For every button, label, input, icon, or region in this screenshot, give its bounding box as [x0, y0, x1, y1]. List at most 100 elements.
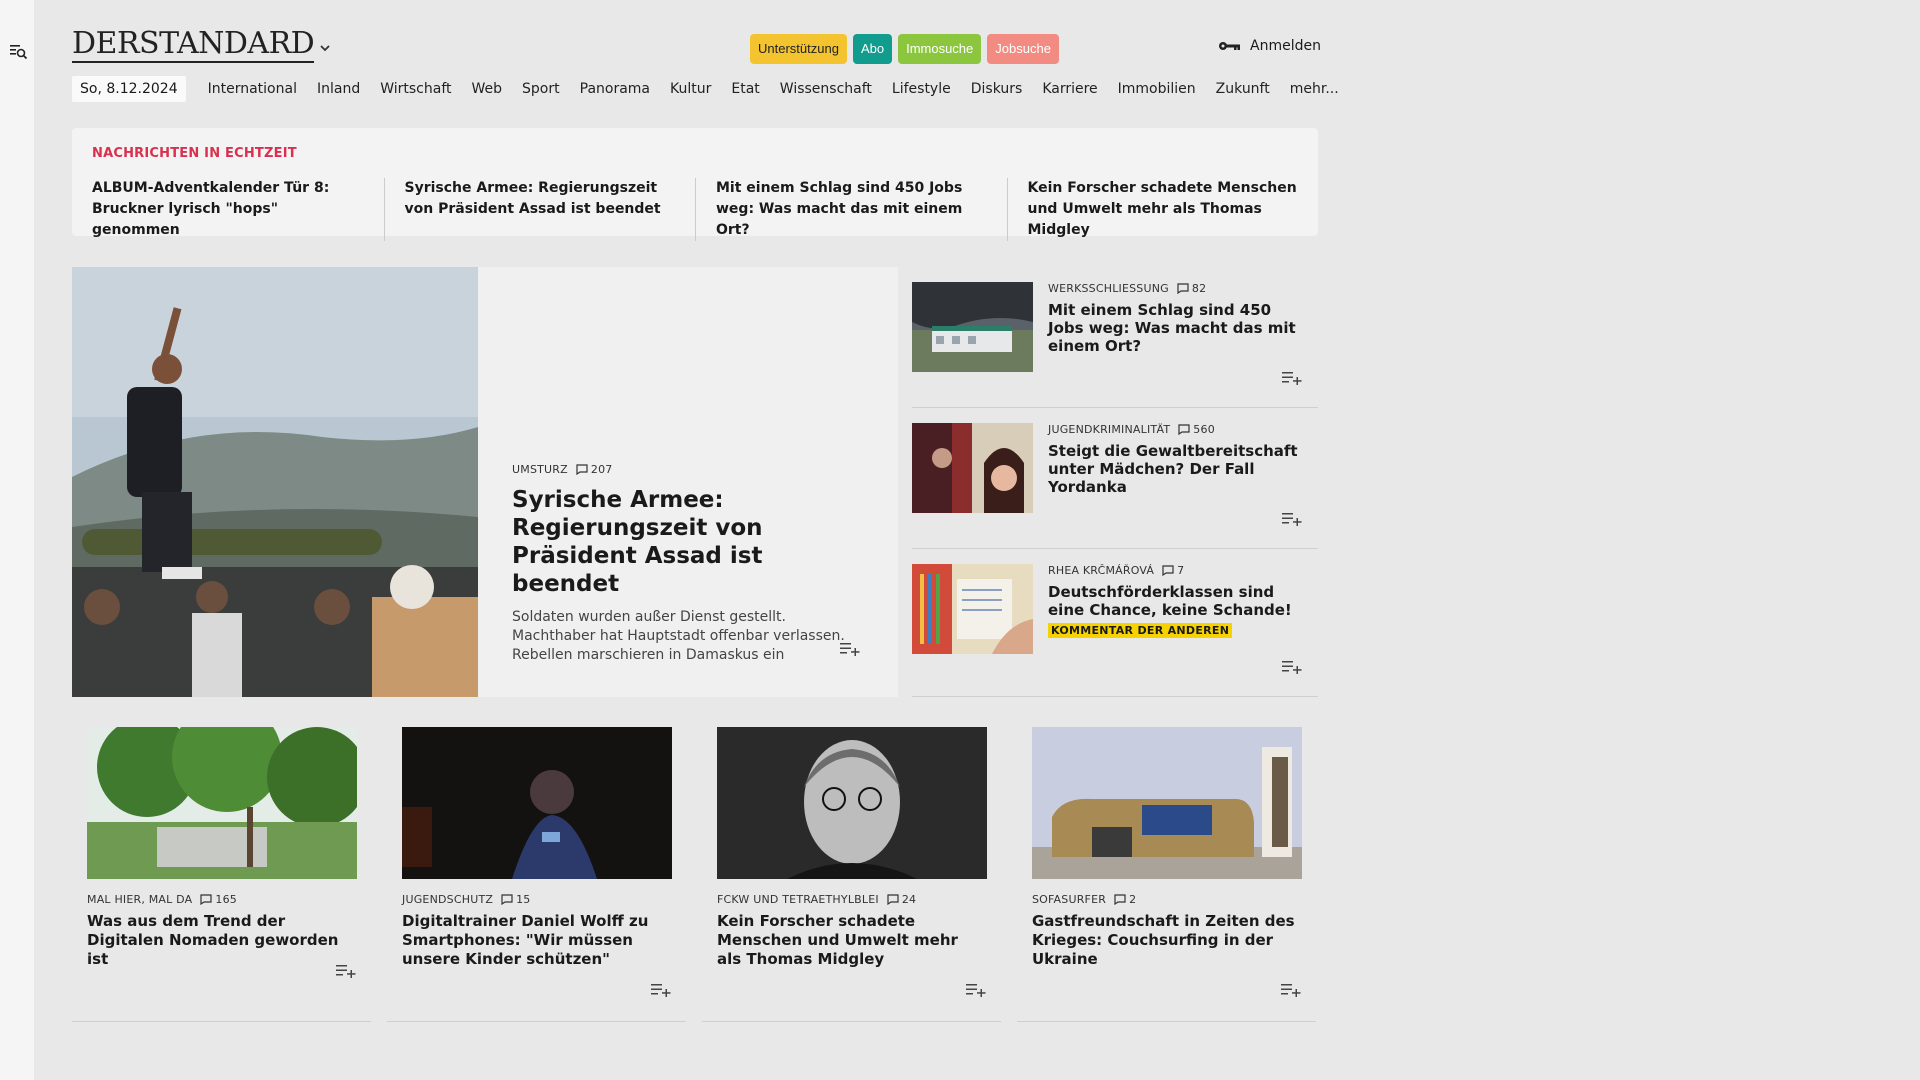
article-image[interactable] [717, 727, 987, 879]
comment-icon [887, 894, 899, 905]
nav-wissenschaft[interactable]: Wissenschaft [770, 81, 882, 97]
main-nav: So, 8.12.2024 International Inland Wirts… [72, 76, 1349, 102]
nav-inland[interactable]: Inland [307, 81, 370, 97]
article-title[interactable]: Steigt die Gewaltbereitschaft unter Mädc… [1048, 442, 1308, 496]
comment-count-value: 15 [516, 893, 531, 906]
comment-count-value: 7 [1177, 564, 1185, 577]
breaking-news-label: NACHRICHTEN IN ECHTZEIT [92, 146, 297, 161]
search-menu-icon[interactable] [10, 44, 28, 60]
abo-button[interactable]: Abo [852, 34, 893, 64]
comment-count-value: 560 [1193, 423, 1215, 436]
side-articles: WERKSSCHLIESSUNG 82 Mit einem Schlag sin… [912, 267, 1318, 697]
add-to-list-icon[interactable] [336, 964, 356, 978]
side-article[interactable]: JUGENDKRIMINALITÄT 560 Steigt die Gewalt… [912, 408, 1318, 549]
article-card[interactable]: MAL HIER, MAL DA 165 Was aus dem Trend d… [72, 727, 371, 1022]
article-kicker: SOFASURFER [1032, 893, 1107, 906]
current-date: So, 8.12.2024 [72, 76, 186, 102]
article-image[interactable] [912, 564, 1033, 654]
nav-more[interactable]: mehr... [1280, 81, 1349, 97]
article-image[interactable] [87, 727, 357, 879]
comment-count-value: 207 [590, 463, 613, 476]
article-kicker: RHEA KRČMÁŘOVÁ [1048, 564, 1155, 577]
breaking-news-item[interactable]: Kein Forscher schadete Menschen und Umwe… [1006, 178, 1319, 241]
jobsuche-button[interactable]: Jobsuche [987, 34, 1059, 64]
comment-icon [576, 464, 588, 475]
hero-title[interactable]: Syrische Armee: Regierungszeit von Präsi… [512, 486, 872, 598]
comment-count[interactable]: 207 [576, 463, 613, 476]
comment-icon [200, 894, 212, 905]
add-to-list-icon[interactable] [1282, 512, 1302, 526]
comment-icon [1178, 424, 1190, 435]
article-card[interactable]: SOFASURFER 2 Gastfreundschaft in Zeiten … [1017, 727, 1316, 1022]
article-image[interactable] [912, 282, 1033, 372]
nav-lifestyle[interactable]: Lifestyle [882, 81, 961, 97]
comment-count[interactable]: 15 [501, 893, 530, 906]
comment-count[interactable]: 2 [1114, 893, 1136, 906]
hero-kicker: UMSTURZ [512, 463, 568, 476]
comment-count[interactable]: 7 [1162, 564, 1184, 577]
nav-zukunft[interactable]: Zukunft [1206, 81, 1280, 97]
article-image[interactable] [1032, 727, 1302, 879]
comment-icon [1177, 283, 1189, 294]
article-title[interactable]: Was aus dem Trend der Digitalen Nomaden … [87, 912, 357, 969]
breaking-news-item[interactable]: Syrische Armee: Regierungszeit von Präsi… [383, 178, 696, 241]
hero-article[interactable]: UMSTURZ 207 Syrische Armee: Regierungsze… [72, 267, 898, 697]
add-to-list-icon[interactable] [651, 983, 671, 997]
hero-teaser: Soldaten wurden außer Dienst gestellt. M… [512, 609, 845, 663]
left-rail [0, 0, 34, 1080]
login-button[interactable]: Anmelden [1218, 38, 1321, 54]
nav-international[interactable]: International [198, 81, 307, 97]
comment-icon [1162, 565, 1174, 576]
nav-panorama[interactable]: Panorama [570, 81, 660, 97]
article-title[interactable]: Kein Forscher schadete Menschen und Umwe… [717, 912, 987, 969]
nav-kultur[interactable]: Kultur [660, 81, 721, 97]
nav-diskurs[interactable]: Diskurs [961, 81, 1033, 97]
side-article[interactable]: WERKSSCHLIESSUNG 82 Mit einem Schlag sin… [912, 267, 1318, 408]
comment-count-value: 165 [215, 893, 237, 906]
article-title[interactable]: Gastfreundschaft in Zeiten des Krieges: … [1032, 912, 1302, 969]
side-article[interactable]: RHEA KRČMÁŘOVÁ 7 Deutschförderklassen si… [912, 549, 1318, 697]
article-title[interactable]: Deutschförderklassen sind eine Chance, k… [1048, 583, 1308, 619]
add-to-list-icon[interactable] [1282, 660, 1302, 674]
add-to-list-icon[interactable] [966, 983, 986, 997]
comment-count[interactable]: 24 [887, 893, 916, 906]
add-to-list-icon[interactable] [1281, 983, 1301, 997]
comment-count-value: 2 [1129, 893, 1137, 906]
breaking-news-item[interactable]: ALBUM-Adventkalender Tür 8: Bruckner lyr… [72, 178, 384, 241]
nav-web[interactable]: Web [462, 81, 513, 97]
article-kicker: JUGENDSCHUTZ [402, 893, 494, 906]
nav-karriere[interactable]: Karriere [1032, 81, 1107, 97]
comment-count[interactable]: 82 [1177, 282, 1206, 295]
nav-wirtschaft[interactable]: Wirtschaft [370, 81, 461, 97]
add-to-list-icon[interactable] [1282, 371, 1302, 385]
comment-count-value: 82 [1191, 282, 1207, 295]
site-logo[interactable]: DERSTANDARD [72, 28, 315, 63]
article-card[interactable]: JUGENDSCHUTZ 15 Digitaltrainer Daniel Wo… [387, 727, 686, 1022]
comment-count[interactable]: 560 [1178, 423, 1215, 436]
article-image[interactable] [912, 423, 1033, 513]
article-image[interactable] [402, 727, 672, 879]
comment-icon [1114, 894, 1126, 905]
comment-count[interactable]: 165 [200, 893, 237, 906]
article-card[interactable]: FCKW UND TETRAETHYLBLEI 24 Kein Forscher… [702, 727, 1001, 1022]
support-button[interactable]: Unterstützung [750, 34, 847, 64]
header-pills: Unterstützung Abo Immosuche Jobsuche [750, 34, 1059, 64]
article-title[interactable]: Mit einem Schlag sind 450 Jobs weg: Was … [1048, 301, 1308, 355]
article-kicker: WERKSSCHLIESSUNG [1048, 282, 1169, 295]
chevron-down-icon[interactable] [318, 42, 332, 54]
opinion-badge: KOMMENTAR DER ANDEREN [1048, 623, 1233, 638]
hero-image[interactable] [72, 267, 478, 697]
article-grid: MAL HIER, MAL DA 165 Was aus dem Trend d… [72, 727, 1318, 1022]
nav-etat[interactable]: Etat [721, 81, 769, 97]
breaking-news-item[interactable]: Mit einem Schlag sind 450 Jobs weg: Was … [695, 178, 1007, 241]
article-kicker: JUGENDKRIMINALITÄT [1048, 423, 1171, 436]
key-icon [1219, 42, 1240, 50]
article-title[interactable]: Digitaltrainer Daniel Wolff zu Smartphon… [402, 912, 672, 969]
login-label: Anmelden [1250, 38, 1321, 54]
comment-icon [501, 894, 513, 905]
nav-immobilien[interactable]: Immobilien [1108, 81, 1206, 97]
nav-sport[interactable]: Sport [512, 81, 570, 97]
immosuche-button[interactable]: Immosuche [898, 34, 982, 64]
article-kicker: FCKW UND TETRAETHYLBLEI [717, 893, 879, 906]
add-to-list-icon[interactable] [840, 642, 860, 656]
